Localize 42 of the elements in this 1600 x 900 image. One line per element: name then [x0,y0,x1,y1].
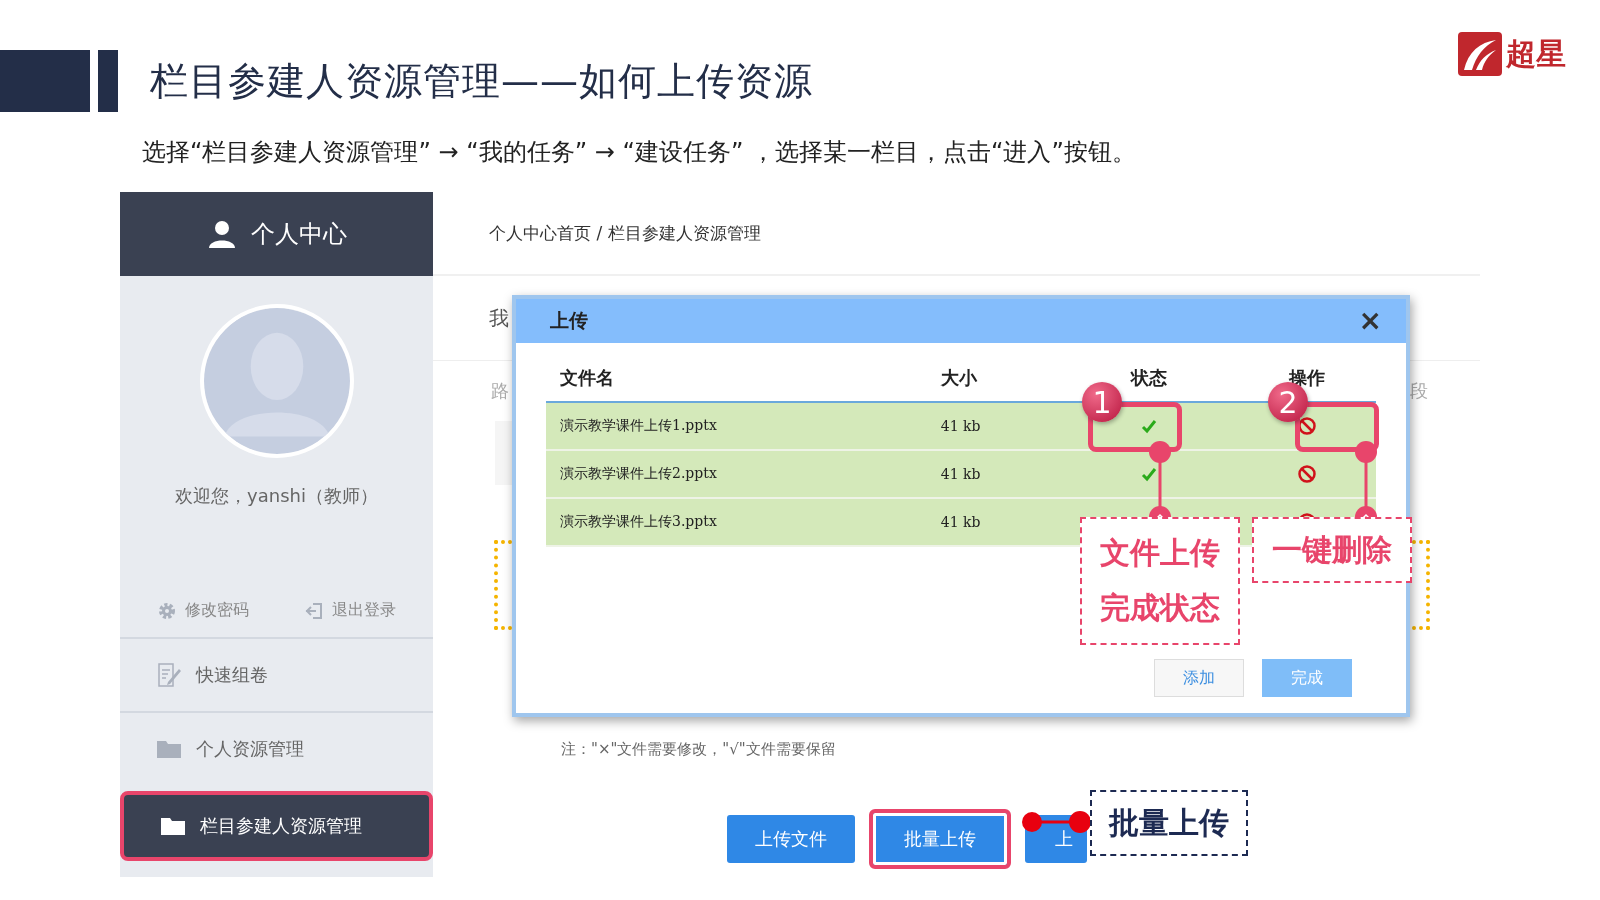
column-label: 段 [1410,379,1428,403]
file-size: 41 kb [940,514,982,530]
sidebar-item[interactable]: 快速组卷 [120,637,433,711]
add-button[interactable]: 添加 [1154,659,1244,697]
column-header: 大小 [940,366,978,390]
folder-icon [156,739,182,759]
logo-text: 超星 [1506,34,1566,73]
header-bar [98,50,118,112]
upload-button[interactable]: 上传文件 [727,815,855,863]
sidebar-item[interactable]: 个人资源管理 [120,711,433,785]
note-text: 注："×"文件需要修改，"√"文件需要保留 [561,740,837,759]
callout-tooltip: 批量上传 [1090,790,1248,856]
logo-icon [1458,32,1502,76]
close-button[interactable]: × [1358,307,1382,335]
user-icon [206,219,237,249]
callout-tooltip: 文件上传 完成状态 [1080,517,1240,645]
settings-icon [157,600,178,621]
breadcrumb: 个人中心首页 / 栏目参建人资源管理 [433,192,1480,276]
delete-icon[interactable] [1296,464,1317,484]
sidebar-title: 个人中心 [250,219,347,250]
logout-link[interactable]: 退出登录 [303,600,396,621]
edit-icon [156,662,182,688]
file-size: 41 kb [940,418,982,434]
logout-icon [303,600,324,621]
done-button[interactable]: 完成 [1262,659,1352,697]
file-name: 演示教学课件上传2.pptx [559,465,718,483]
file-name: 演示教学课件上传1.pptx [559,417,718,435]
file-name: 演示教学课件上传3.pptx [559,513,718,531]
callout-tooltip: 一键删除 [1252,517,1412,583]
slide-title: 栏目参建人资源管理——如何上传资源 [150,57,813,105]
column-header: 文件名 [559,366,615,390]
path-label: 路 [491,379,509,403]
tab-label: 我 [489,304,509,332]
file-size: 41 kb [940,466,982,482]
welcome-text: 欢迎您，yanshi（教师） [174,484,379,508]
change-password-link[interactable]: 修改密码 [157,600,250,621]
instruction-text: 选择“栏目参建人资源管理” → “我的任务” → “建设任务” ，选择某一栏目，点击“进入”按钮。 [142,137,1137,168]
upload-button[interactable]: 批量上传 [869,809,1011,869]
column-header: 状态 [1129,366,1168,390]
folder-icon [160,816,186,836]
sidebar-item[interactable]: 栏目参建人资源管理 [120,791,433,861]
dialog-title: 上传 [550,308,588,333]
